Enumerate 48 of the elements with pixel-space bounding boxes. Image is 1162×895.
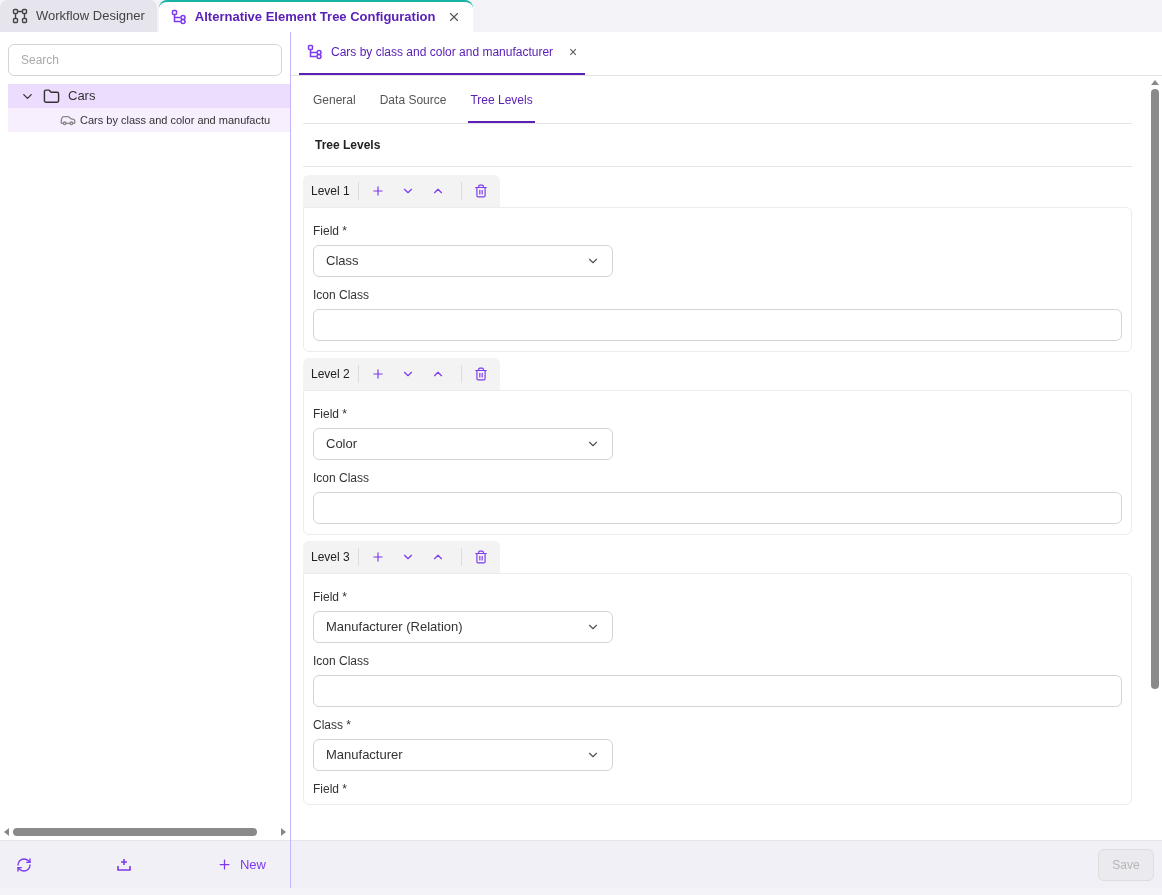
tree-structure-icon	[307, 44, 323, 60]
tree-item[interactable]: Cars by class and color and manufactu	[8, 108, 290, 132]
select-field[interactable]: Manufacturer	[313, 739, 613, 771]
workflow-icon	[12, 8, 28, 24]
horizontal-scrollbar[interactable]	[13, 828, 257, 836]
input-field[interactable]	[313, 492, 1122, 524]
input-field[interactable]	[313, 675, 1122, 707]
select-value: Color	[326, 435, 358, 454]
tab[interactable]: Tree Levels	[468, 91, 535, 123]
search-field[interactable]: Search	[8, 44, 282, 76]
input-field[interactable]	[313, 309, 1122, 341]
window-tab[interactable]: Alternative Element Tree Configuration	[158, 0, 474, 32]
field-label: Class *	[313, 717, 352, 734]
select-field[interactable]: Manufacturer (Relation)	[313, 611, 613, 643]
refresh-button[interactable]	[16, 856, 32, 873]
level-title: Level 3	[311, 548, 359, 566]
tree-structure-icon	[170, 9, 187, 25]
delete-icon[interactable]	[473, 550, 488, 564]
select-value: Manufacturer (Relation)	[326, 618, 463, 637]
field-label: Field *	[313, 223, 348, 240]
field-label: Field *	[313, 781, 348, 798]
select-value: Class	[326, 252, 359, 271]
document-tab[interactable]: Cars by class and color and manufacturer ×	[299, 31, 586, 75]
window-tab[interactable]: Workflow Designer	[0, 0, 157, 32]
field-label: Icon Class	[313, 287, 371, 304]
plus-icon	[216, 857, 232, 872]
add-icon[interactable]	[370, 550, 385, 564]
section-title: Tree Levels	[303, 124, 1132, 167]
folder-icon	[43, 87, 60, 105]
field-label: Field *	[313, 589, 348, 606]
field-label: Icon Class	[313, 470, 371, 487]
tab[interactable]: Data Source	[377, 91, 449, 123]
field-label: Icon Class	[313, 653, 371, 670]
select-field[interactable]: Class	[313, 245, 613, 277]
select-value: Manufacturer	[326, 746, 403, 765]
level-title: Level 1	[311, 182, 359, 200]
delete-icon[interactable]	[473, 184, 488, 198]
tree-item[interactable]: Cars	[8, 84, 290, 108]
level-title: Level 2	[311, 365, 359, 383]
add-icon[interactable]	[370, 367, 385, 381]
close-button[interactable]: ×	[569, 41, 578, 63]
add-icon[interactable]	[370, 184, 385, 198]
field-label: Field *	[313, 406, 348, 423]
new-button[interactable]: New	[216, 854, 266, 875]
tab[interactable]: General	[311, 91, 358, 123]
delete-icon[interactable]	[473, 367, 488, 381]
upload-tray-icon[interactable]	[116, 856, 133, 873]
select-field[interactable]: Color	[313, 428, 613, 460]
